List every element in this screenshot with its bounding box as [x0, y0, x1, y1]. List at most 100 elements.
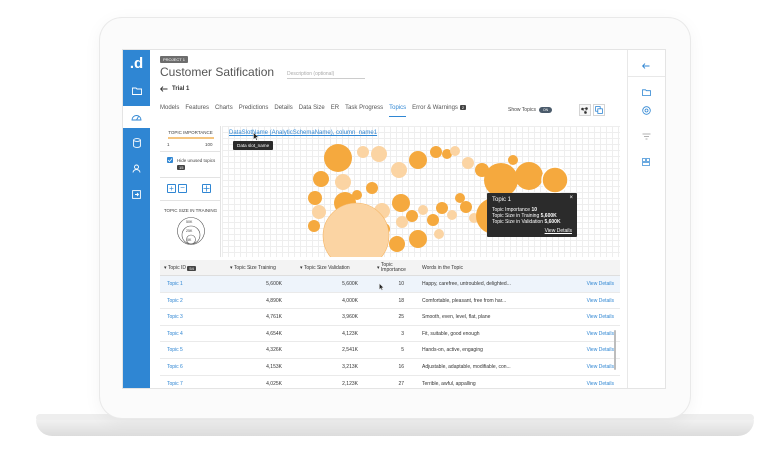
view-details-link[interactable]: View Details	[587, 342, 614, 358]
page-title[interactable]: Customer Satification	[160, 65, 274, 79]
zoom-in-button[interactable]: +	[167, 184, 176, 193]
tab-er[interactable]: ER	[331, 105, 339, 117]
tab-topics[interactable]: Topics	[389, 105, 407, 117]
topic-tooltip: × Topic 1 Topic Importance 10 Topic Size…	[487, 193, 577, 237]
trial-breadcrumb: Trial 1	[160, 86, 189, 92]
topic-bubble	[515, 162, 543, 190]
left-navigation: .d	[123, 50, 150, 388]
tab-error-warnings[interactable]: Error & Warnings 2	[412, 105, 467, 117]
table-row[interactable]: Topic 6 4,153K 3,213K 16 Adjustable, adaptab…	[160, 359, 620, 376]
table-header: ▾ Topic ID 54 ▾ Topic Size Training ▾ To…	[160, 260, 620, 276]
right-navigation	[627, 50, 665, 388]
words-cell: Comfortable, pleasant, free from har...	[422, 297, 507, 304]
topic-bubble	[541, 166, 569, 194]
recenter-button[interactable]	[202, 184, 211, 193]
back-arrow-icon[interactable]	[160, 86, 168, 92]
tooltip-row: Topic Size in Validation 5,600K	[492, 219, 572, 225]
topic-bubble	[455, 193, 465, 203]
show-topics-toggle[interactable]: ON	[538, 107, 552, 113]
filter-icon[interactable]	[638, 128, 654, 144]
collapse-arrow-icon[interactable]	[638, 58, 654, 74]
tooltip-title: Topic 1	[492, 197, 512, 203]
tab-charts[interactable]: Charts	[215, 105, 233, 117]
view-details-link[interactable]: View Details	[587, 376, 614, 388]
topic-bubble	[436, 202, 448, 214]
tab-error-label: Error & Warnings	[412, 105, 458, 111]
table-row[interactable]: Topic 7 4,025K 2,123K 27 Terrible, awful, ap…	[160, 376, 620, 388]
header-size-validation[interactable]: ▾ Topic Size Validation	[300, 260, 350, 276]
header-topic-id-label: Topic ID	[167, 265, 186, 271]
view-details-link[interactable]: View Details	[587, 293, 614, 309]
hide-unused-checkbox[interactable]	[167, 157, 173, 163]
topic-bubble	[396, 216, 408, 228]
view-details-link[interactable]: View Details	[587, 326, 614, 342]
topic-id-cell[interactable]: Topic 3	[167, 309, 183, 325]
table-row[interactable]: Topic 5 4,326K 2,541K 5 Hands-on, active, en…	[160, 342, 620, 359]
importance-slider[interactable]	[168, 137, 214, 139]
tooltip-row-value: 5,600K	[544, 219, 561, 225]
view-details-link[interactable]: View Details	[587, 276, 614, 292]
topic-id-cell[interactable]: Topic 6	[167, 359, 183, 375]
network-view-button[interactable]	[579, 104, 591, 116]
topic-id-cell[interactable]: Topic 1	[167, 276, 183, 292]
user-icon[interactable]	[123, 157, 150, 179]
mouse-cursor-icon	[253, 132, 259, 141]
table-row[interactable]: Topic 4 4,654K 4,123K 3 Fit, suitable, good …	[160, 326, 620, 343]
tooltip-view-details-link[interactable]: View Details	[545, 228, 572, 234]
topic-bubble	[427, 214, 439, 226]
table-scrollbar[interactable]	[614, 330, 616, 370]
size-training-cell: 4,025K	[266, 380, 282, 387]
divider	[160, 200, 221, 201]
table-row[interactable]: Topic 3 4,761K 3,960K 25 Smooth, even, level…	[160, 309, 620, 326]
crosshair-icon	[203, 185, 210, 192]
topic-size-label: TOPIC SIZE IN TRAINING	[163, 208, 218, 213]
folder-icon[interactable]	[123, 80, 150, 102]
topic-bubble	[450, 146, 460, 156]
database-icon[interactable]	[123, 132, 150, 154]
importance-max: 100	[205, 142, 213, 147]
tab-details[interactable]: Details	[274, 105, 292, 117]
hide-unused-text: Hide unused topics	[177, 158, 216, 163]
size-training-cell: 4,890K	[266, 297, 282, 304]
header-topic-id[interactable]: ▾ Topic ID 54	[164, 260, 196, 276]
size-validation-cell: 3,960K	[342, 314, 358, 321]
size-training-cell: 4,654K	[266, 330, 282, 337]
tab-features[interactable]: Features	[185, 105, 209, 117]
tab-predictions[interactable]: Predictions	[239, 105, 269, 117]
dashboard-icon[interactable]	[123, 106, 150, 128]
topic-bubble	[313, 171, 329, 187]
size-validation-cell: 2,123K	[342, 380, 358, 387]
table-row[interactable]: Topic 1 5,600K 5,600K 10 Happy, carefree, un…	[160, 276, 620, 293]
topic-bubble-chart[interactable]: DataSlotName (AnalyticSchemaName), colum…	[222, 126, 620, 257]
table-row[interactable]: Topic 2 4,890K 4,000K 18 Comfortable, pleasa…	[160, 293, 620, 310]
header-importance[interactable]: ▾ Topic Importance	[377, 260, 406, 276]
folder-icon[interactable]	[638, 84, 654, 100]
tab-models[interactable]: Models	[160, 105, 179, 117]
close-icon[interactable]: ×	[569, 195, 573, 201]
export-icon[interactable]	[123, 183, 150, 205]
zoom-out-button[interactable]: −	[178, 184, 187, 193]
topic-id-cell[interactable]: Topic 5	[167, 342, 183, 358]
layout-icon[interactable]	[638, 154, 654, 170]
size-training-cell: 4,326K	[266, 347, 282, 354]
topic-id-cell[interactable]: Topic 7	[167, 376, 183, 388]
topic-id-cell[interactable]: Topic 4	[167, 326, 183, 342]
header-size-training[interactable]: ▾ Topic Size Training	[230, 260, 276, 276]
view-details-link[interactable]: View Details	[587, 309, 614, 325]
copy-view-button[interactable]	[593, 104, 605, 116]
bubble-svg	[308, 144, 569, 257]
topic-bubble	[430, 146, 442, 158]
tab-data-size[interactable]: Data Size	[299, 105, 325, 117]
size-validation-cell: 4,000K	[342, 297, 358, 304]
importance-cell: 25	[398, 314, 404, 321]
topic-importance-label: TOPIC IMPORTANCE	[168, 130, 213, 135]
filter-panel: TOPIC IMPORTANCE 1 100 Hide unused topic…	[160, 126, 221, 257]
importance-cell: 16	[398, 364, 404, 370]
tab-task-progress[interactable]: Task Progress	[345, 105, 383, 117]
topic-id-cell[interactable]: Topic 2	[167, 293, 183, 309]
view-details-link[interactable]: View Details	[587, 359, 614, 375]
description-input[interactable]: Description (optional)	[287, 71, 365, 79]
topic-bubble	[508, 155, 518, 165]
header-words: Words in the Topic	[422, 265, 463, 271]
at-sign-icon[interactable]	[638, 102, 654, 118]
